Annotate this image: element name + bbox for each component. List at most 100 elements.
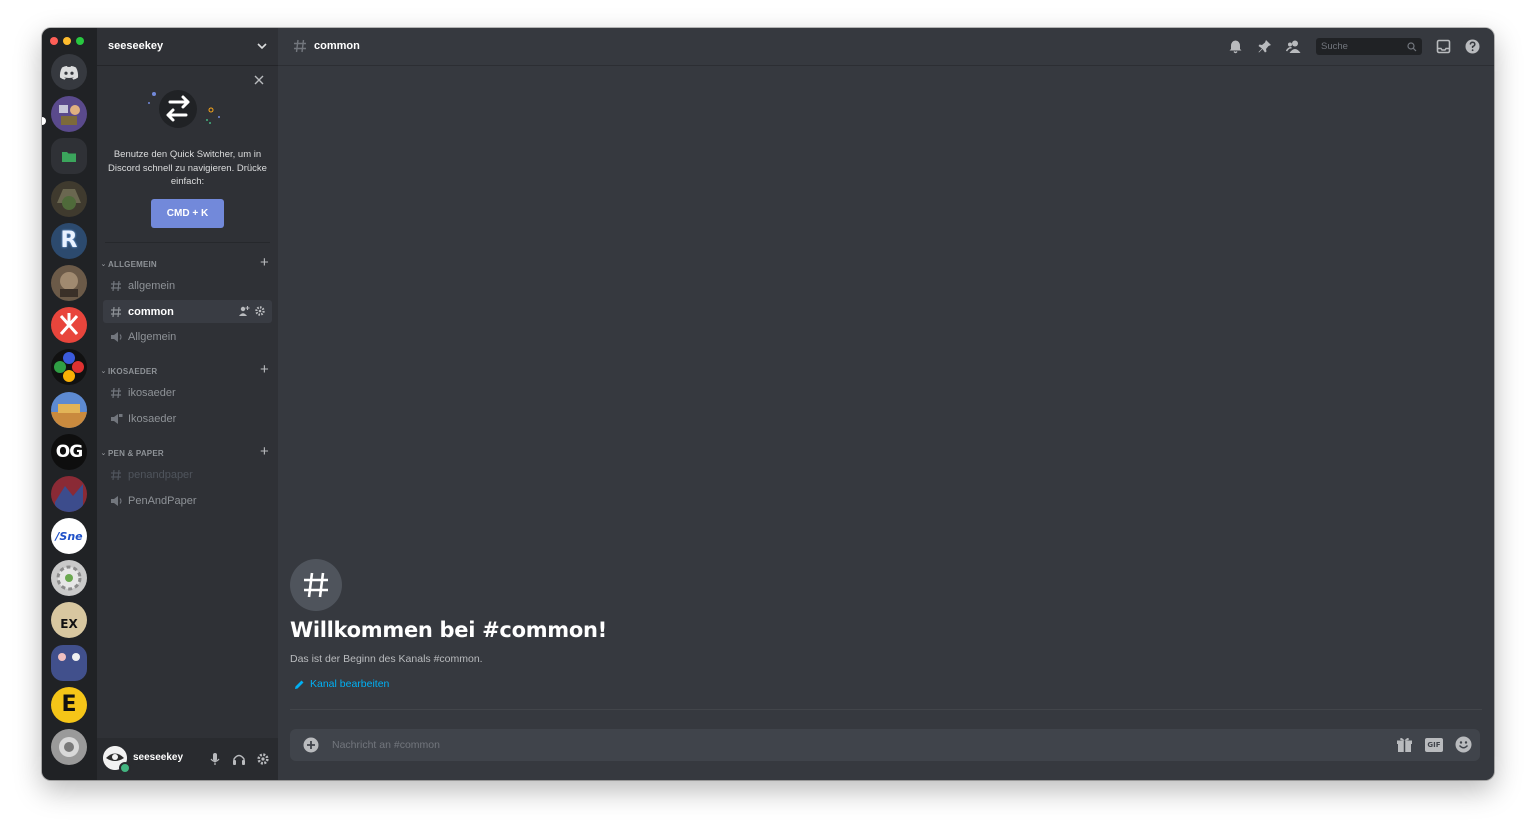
- channel-label: penandpaper: [128, 468, 193, 481]
- server-avatar-icon: [58, 652, 80, 661]
- server-icon[interactable]: [51, 391, 87, 428]
- username: seeseekey: [133, 752, 184, 763]
- microphone-icon[interactable]: [208, 752, 222, 766]
- locked-speaker-icon: [109, 413, 123, 425]
- add-channel-button[interactable]: +: [260, 255, 269, 271]
- member-list-icon[interactable]: [1286, 39, 1302, 54]
- channel-sidebar: seeseekey Benutze den Quick Switcher, um…: [97, 28, 278, 780]
- headphones-icon[interactable]: [232, 752, 246, 766]
- pencil-icon: [295, 680, 304, 689]
- voice-channel-ikosaeder[interactable]: Ikosaeder: [103, 407, 272, 430]
- guild-header[interactable]: seeseekey: [97, 28, 278, 65]
- discord-logo-icon: [59, 65, 79, 80]
- add-attachment-icon[interactable]: [303, 737, 319, 753]
- close-icon[interactable]: [253, 74, 265, 86]
- server-icon[interactable]: E: [51, 686, 87, 723]
- server-icon[interactable]: [51, 560, 87, 597]
- window-controls: [50, 37, 84, 45]
- channel-label: allgemein: [128, 279, 176, 292]
- server-icon[interactable]: EX: [51, 602, 87, 639]
- channel-common[interactable]: common: [103, 300, 272, 323]
- channel-label: common: [128, 305, 174, 318]
- zoom-window-button[interactable]: [76, 37, 84, 45]
- quick-switcher-arrows-icon: [148, 90, 220, 128]
- server-list: R OG /Sne EX E: [51, 54, 87, 771]
- invite-user-icon[interactable]: [238, 305, 250, 317]
- server-avatar-icon: [55, 483, 83, 512]
- hash-icon: [109, 280, 123, 292]
- server-icon[interactable]: [51, 475, 87, 512]
- category-allgemein[interactable]: ⌄ ALLGEMEIN +: [99, 255, 269, 271]
- edit-channel-label: Kanal bearbeiten: [310, 678, 390, 690]
- channel-welcome-badge: [290, 559, 342, 611]
- server-icon[interactable]: [51, 96, 87, 133]
- channel-penandpaper[interactable]: penandpaper: [103, 463, 272, 486]
- user-panel: seeseekey: [97, 738, 278, 780]
- speaker-icon: [109, 495, 123, 507]
- home-button[interactable]: [51, 54, 87, 90]
- pin-icon[interactable]: [1257, 39, 1272, 54]
- channel-title: common: [314, 40, 360, 52]
- server-icon[interactable]: [51, 644, 87, 681]
- server-avatar-icon: [59, 105, 80, 126]
- category-pen-and-paper[interactable]: ⌄ PEN & PAPER +: [99, 444, 269, 460]
- edit-channel-link[interactable]: Kanal bearbeiten: [294, 678, 389, 690]
- guild-name: seeseekey: [108, 40, 164, 52]
- header-toolbar: Suche: [1228, 38, 1480, 55]
- gear-server-icon: [56, 565, 82, 591]
- gear-icon[interactable]: [254, 305, 266, 317]
- voice-channel-penandpaper[interactable]: PenAndPaper: [103, 489, 272, 512]
- gift-icon[interactable]: [1396, 736, 1413, 753]
- discord-window: R OG /Sne EX E seeseekey Benutze den Qui…: [42, 28, 1494, 780]
- divider: [105, 242, 270, 243]
- server-initials: /Sne: [55, 529, 83, 543]
- hash-icon: [109, 306, 123, 318]
- add-channel-button[interactable]: +: [260, 362, 269, 378]
- minimize-window-button[interactable]: [63, 37, 71, 45]
- welcome-subtitle: Das ist der Beginn des Kanals #common.: [290, 653, 483, 665]
- search-icon: [1407, 41, 1417, 51]
- gear-icon[interactable]: [256, 752, 270, 766]
- chevron-down-icon: ⌄: [100, 368, 107, 375]
- channel-label: Ikosaeder: [128, 412, 177, 425]
- hash-icon: [109, 469, 123, 481]
- folder-icon: [62, 151, 76, 162]
- server-icon[interactable]: /Sne: [51, 518, 87, 555]
- category-ikosaeder[interactable]: ⌄ IKOSAEDER +: [99, 362, 269, 378]
- server-initials: EX: [60, 617, 78, 632]
- gif-label: GIF: [1427, 740, 1441, 749]
- message-composer[interactable]: Nachricht an #common GIF: [290, 729, 1480, 761]
- voice-channel-allgemein[interactable]: Allgemein: [103, 325, 272, 348]
- close-window-button[interactable]: [50, 37, 58, 45]
- server-icon[interactable]: [51, 729, 87, 765]
- server-folder[interactable]: [51, 138, 87, 175]
- inbox-icon[interactable]: [1436, 39, 1451, 54]
- user-controls: [208, 752, 270, 766]
- chevron-down-icon: ⌄: [100, 450, 107, 457]
- server-icon[interactable]: [51, 349, 87, 386]
- channel-ikosaeder[interactable]: ikosaeder: [103, 381, 272, 404]
- channel-label: ikosaeder: [128, 386, 176, 399]
- server-icon[interactable]: R: [51, 222, 87, 259]
- category-label: IKOSAEDER: [108, 366, 158, 376]
- emoji-icon[interactable]: [1455, 736, 1472, 753]
- search-input[interactable]: Suche: [1316, 38, 1422, 55]
- gif-button[interactable]: GIF: [1425, 737, 1443, 752]
- help-icon[interactable]: [1465, 39, 1480, 54]
- quick-switcher-shortcut-button[interactable]: CMD + K: [151, 199, 224, 228]
- server-icon[interactable]: [51, 307, 87, 344]
- channel-label: Allgemein: [128, 330, 177, 343]
- chevron-down-icon[interactable]: [256, 40, 268, 52]
- bell-icon[interactable]: [1228, 39, 1243, 54]
- message-input[interactable]: Nachricht an #common: [332, 739, 440, 751]
- channel-allgemein[interactable]: allgemein: [103, 274, 272, 297]
- server-icon[interactable]: [51, 264, 87, 301]
- chat-area: common Suche Willkommen bei #common! Das…: [278, 28, 1494, 780]
- server-initials: E: [61, 692, 77, 718]
- server-icon[interactable]: [51, 180, 87, 217]
- add-channel-button[interactable]: +: [260, 444, 269, 460]
- selected-server-indicator: [42, 117, 46, 125]
- server-initials: OG: [55, 441, 83, 462]
- server-icon[interactable]: OG: [51, 433, 87, 470]
- hash-icon: [304, 572, 328, 598]
